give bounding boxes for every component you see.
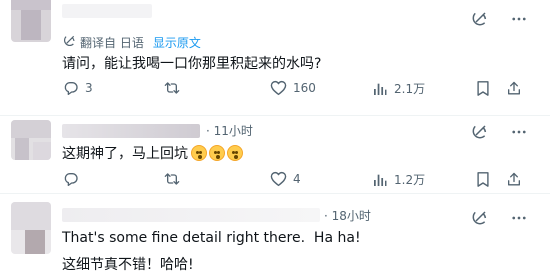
views-icon: [374, 83, 387, 95]
retweet-icon: [164, 173, 180, 185]
share-icon: [508, 81, 520, 95]
more-icon[interactable]: [510, 123, 528, 141]
tweet-time[interactable]: · 18小时: [324, 207, 371, 224]
share-icon: [508, 172, 520, 186]
grok-icon[interactable]: [470, 123, 488, 141]
tweet[interactable]: 翻译自 日语 显示原文 请问，能让我喝一口你那里积起来的水吗? 3 160 2.…: [0, 0, 550, 116]
like-count: 160: [293, 81, 316, 95]
tweet-text-body: 这期神了，马上回坑: [62, 146, 188, 162]
bookmark-button[interactable]: [476, 80, 490, 97]
more-icon[interactable]: [510, 10, 528, 28]
views-icon: [374, 174, 387, 186]
retweet-button[interactable]: [163, 80, 181, 96]
grok-icon[interactable]: [470, 10, 488, 28]
tweet[interactable]: · 11小时 这期神了，马上回坑 4 1.2万: [0, 116, 550, 194]
tweet[interactable]: · 18小时 That's some fine detail right the…: [0, 194, 550, 279]
translated-from-label: 翻译自 日语: [80, 36, 144, 50]
tweet-translation: 这细节真不错！哈哈!: [62, 257, 194, 273]
bookmark-icon: [477, 172, 489, 187]
show-original-link[interactable]: 显示原文: [153, 34, 201, 51]
reply-button[interactable]: 3: [63, 80, 93, 96]
reply-icon: [64, 82, 78, 95]
hushed-face-emoji: [227, 145, 243, 161]
view-count: 1.2万: [394, 173, 426, 187]
user-name[interactable]: [62, 4, 152, 18]
action-bar: 3 160 2.1万: [0, 80, 550, 100]
hushed-face-emoji: [209, 145, 225, 161]
bookmark-icon: [477, 81, 489, 96]
avatar[interactable]: [11, 120, 51, 160]
like-button[interactable]: 4: [270, 171, 301, 187]
retweet-button[interactable]: [163, 171, 181, 187]
retweet-icon: [164, 82, 180, 94]
tweet-text: 请问，能让我喝一口你那里积起来的水吗?: [62, 56, 322, 72]
share-button[interactable]: [506, 80, 522, 97]
bookmark-button[interactable]: [476, 171, 490, 188]
translate-icon: [62, 34, 76, 51]
avatar[interactable]: [11, 202, 51, 254]
like-button[interactable]: 160: [270, 80, 316, 96]
user-name[interactable]: [62, 124, 200, 138]
reply-icon: [64, 173, 78, 186]
tweet-text: That's some fine detail right there. Ha …: [62, 230, 361, 246]
avatar[interactable]: [11, 0, 51, 42]
reply-count: 3: [85, 81, 93, 95]
more-icon[interactable]: [510, 209, 528, 227]
like-count: 4: [293, 172, 301, 186]
tweet-time[interactable]: · 11小时: [206, 122, 253, 139]
share-button[interactable]: [506, 171, 522, 188]
hushed-face-emoji: [191, 145, 207, 161]
like-icon: [270, 171, 287, 187]
user-name[interactable]: [62, 208, 320, 222]
views-button[interactable]: 1.2万: [372, 171, 425, 188]
view-count: 2.1万: [394, 82, 426, 96]
translation-note: 翻译自 日语 显示原文: [62, 34, 201, 51]
action-bar: 4 1.2万: [0, 171, 550, 191]
views-button[interactable]: 2.1万: [372, 80, 425, 97]
like-icon: [270, 80, 287, 96]
tweet-text: 这期神了，马上回坑: [62, 143, 243, 163]
grok-icon[interactable]: [470, 209, 488, 227]
reply-button[interactable]: [63, 171, 79, 187]
